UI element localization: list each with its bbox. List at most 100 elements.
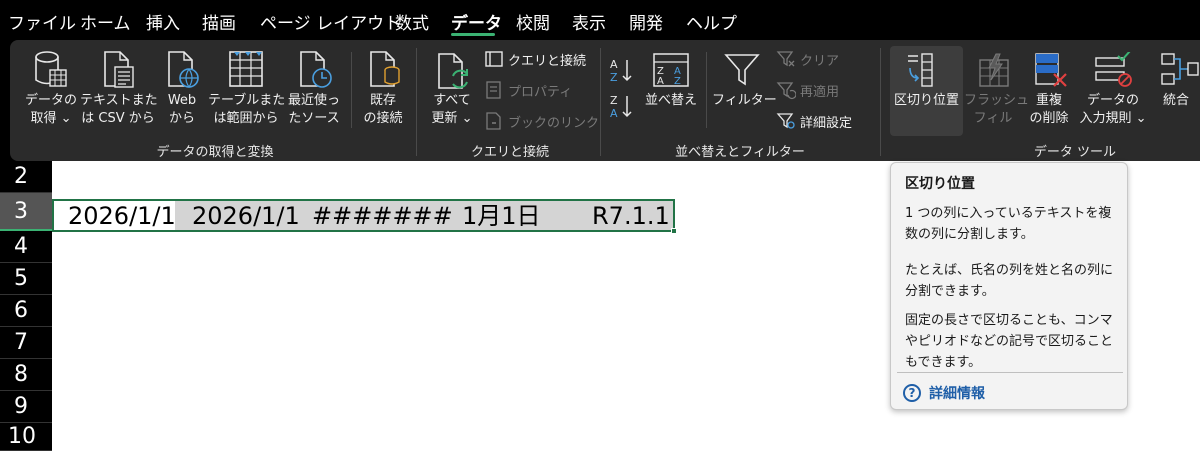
menu-bar: ファイル ホーム 挿入 描画 ページ レイアウト 数式 データ 校閲 表示 開発… [0, 0, 1200, 40]
row-header-2[interactable]: 2 [0, 161, 52, 193]
clear-filter-icon [776, 51, 795, 67]
reapply-button[interactable]: 再適用 [776, 79, 839, 101]
refresh-all-label-2: 更新 ⌄ [431, 111, 473, 126]
separator [416, 48, 417, 156]
row-header-4[interactable]: 4 [0, 231, 52, 263]
more-info-label: 詳細情報 [929, 386, 985, 402]
reapply-icon [776, 82, 796, 100]
properties-label: プロパティ [508, 84, 573, 100]
get-data-label-1: データの [24, 93, 77, 108]
sort-ascending-icon[interactable]: A Z [610, 56, 636, 84]
from-table-label-2: は範囲から [213, 111, 279, 126]
recent-sources-label-2: たソース [288, 111, 340, 126]
tab-insert[interactable]: 挿入 [146, 9, 180, 34]
tab-formulas[interactable]: 数式 [395, 9, 429, 34]
flash-fill-icon [979, 53, 1009, 87]
cell-b3[interactable]: 2026/1/1 [192, 200, 300, 232]
queries-connections-label: クエリと接続 [508, 53, 587, 69]
tab-review[interactable]: 校閲 [516, 9, 550, 34]
get-data-label-2: 取得 ⌄ [30, 111, 72, 126]
consolidate-label: 統合 [1162, 93, 1189, 108]
workbook-links-label: ブックのリンク [508, 115, 600, 131]
row-header-8[interactable]: 8 [0, 359, 52, 391]
link-icon [486, 112, 501, 130]
flash-fill-button[interactable]: フラッシュ フィル [964, 46, 1030, 132]
tooltip-title: 区切り位置 [905, 176, 975, 192]
tab-file[interactable]: ファイル [8, 9, 76, 34]
recent-sources-button[interactable]: 最近使っ たソース [284, 46, 344, 132]
properties-button[interactable]: プロパティ [484, 79, 572, 101]
tab-data[interactable]: データ [451, 9, 502, 34]
row-header-5[interactable]: 5 [0, 263, 52, 295]
queries-panel-icon [485, 51, 503, 67]
cell-a3[interactable]: 2026/1/1 [68, 200, 176, 232]
recent-sources-label-1: 最近使っ [287, 93, 340, 108]
flash-fill-label-1: フラッシュ [964, 93, 1030, 108]
row-header-9[interactable]: 9 [0, 391, 52, 423]
remove-duplicates-button[interactable]: 重複 の削除 [1022, 46, 1076, 132]
clear-label: クリア [800, 53, 840, 69]
from-web-button[interactable]: Web から [158, 46, 206, 132]
cell-c3[interactable]: ####### [312, 200, 453, 232]
reapply-label: 再適用 [800, 84, 840, 100]
row-header-7[interactable]: 7 [0, 327, 52, 359]
group-label-data-tools: データ ツール [1033, 145, 1117, 160]
data-validation-label-2: 入力規則 ⌄ [1079, 111, 1147, 126]
tooltip-detail: 固定の長さで区切ることも、コンマやピリオドなどの記号で区切ることもできます。 [905, 313, 1114, 370]
from-table-range-button[interactable]: テーブルまた は範囲から [208, 46, 286, 132]
connection-file-icon [370, 51, 400, 87]
sort-button[interactable]: Z A A Z 並べ替え [640, 46, 702, 132]
workbook-links-button[interactable]: ブックのリンク [484, 110, 599, 132]
svg-text:Z: Z [610, 94, 618, 107]
row-header-10[interactable]: 10 [0, 423, 52, 451]
row-header-3[interactable]: 3 [0, 193, 52, 231]
from-text-csv-button[interactable]: テキストまた は CSV から [80, 46, 158, 132]
row-header-6[interactable]: 6 [0, 295, 52, 327]
sort-label: 並べ替え [644, 93, 697, 108]
tab-page-layout[interactable]: ページ レイアウト [260, 9, 401, 34]
more-info-link[interactable]: ? 詳細情報 [903, 383, 985, 403]
flash-fill-label-2: フィル [973, 111, 1013, 126]
data-validation-button[interactable]: データの 入力規則 ⌄ [1076, 46, 1150, 132]
tooltip-description: 1 つの列に入っているテキストを複数の列に分割します。 [905, 206, 1112, 242]
group-label-sort-filter: 並べ替えとフィルター [675, 145, 805, 160]
tab-home[interactable]: ホーム [80, 9, 131, 34]
filter-button[interactable]: フィルター [712, 46, 777, 132]
advanced-filter-button[interactable]: 詳細設定 [776, 110, 852, 132]
consolidate-button[interactable]: 統合 [1152, 46, 1200, 132]
fill-handle[interactable] [671, 228, 677, 234]
clear-button[interactable]: クリア [776, 48, 839, 70]
separator [351, 52, 352, 128]
tab-help[interactable]: ヘルプ [686, 9, 737, 34]
remove-duplicates-label-1: 重複 [1035, 93, 1062, 108]
tab-view[interactable]: 表示 [572, 9, 606, 34]
get-data-button[interactable]: データの 取得 ⌄ [22, 46, 80, 132]
tab-draw[interactable]: 描画 [202, 9, 236, 34]
text-file-icon [104, 51, 134, 88]
data-validation-label-1: データの [1086, 93, 1139, 108]
refresh-icon [438, 53, 468, 89]
cell-d3[interactable]: 1月1日 [462, 200, 541, 232]
text-to-columns-label: 区切り位置 [893, 93, 959, 108]
cell-e3[interactable]: R7.1.1 [592, 200, 670, 232]
tooltip-divider [897, 372, 1123, 373]
tab-developer[interactable]: 開発 [629, 9, 663, 34]
existing-connections-button[interactable]: 既存 の接続 [356, 46, 410, 132]
svg-text:A: A [610, 58, 618, 71]
separator [880, 48, 881, 156]
database-icon [35, 51, 67, 87]
refresh-all-button[interactable]: すべて 更新 ⌄ [424, 46, 480, 132]
advanced-filter-label: 詳細設定 [800, 115, 853, 131]
svg-text:A: A [610, 107, 618, 120]
queries-connections-button[interactable]: クエリと接続 [484, 48, 586, 70]
recent-clock-icon [300, 51, 332, 88]
sort-descending-icon[interactable]: Z A [610, 92, 636, 120]
existing-connections-label-1: 既存 [369, 93, 396, 108]
web-globe-icon [168, 51, 199, 89]
consolidate-icon [1161, 53, 1199, 85]
svg-text:Z: Z [610, 71, 618, 84]
from-table-label-1: テーブルまた [208, 93, 286, 108]
data-validation-icon [1095, 52, 1132, 87]
text-to-columns-button[interactable]: 区切り位置 [890, 46, 963, 132]
properties-icon [486, 81, 501, 99]
